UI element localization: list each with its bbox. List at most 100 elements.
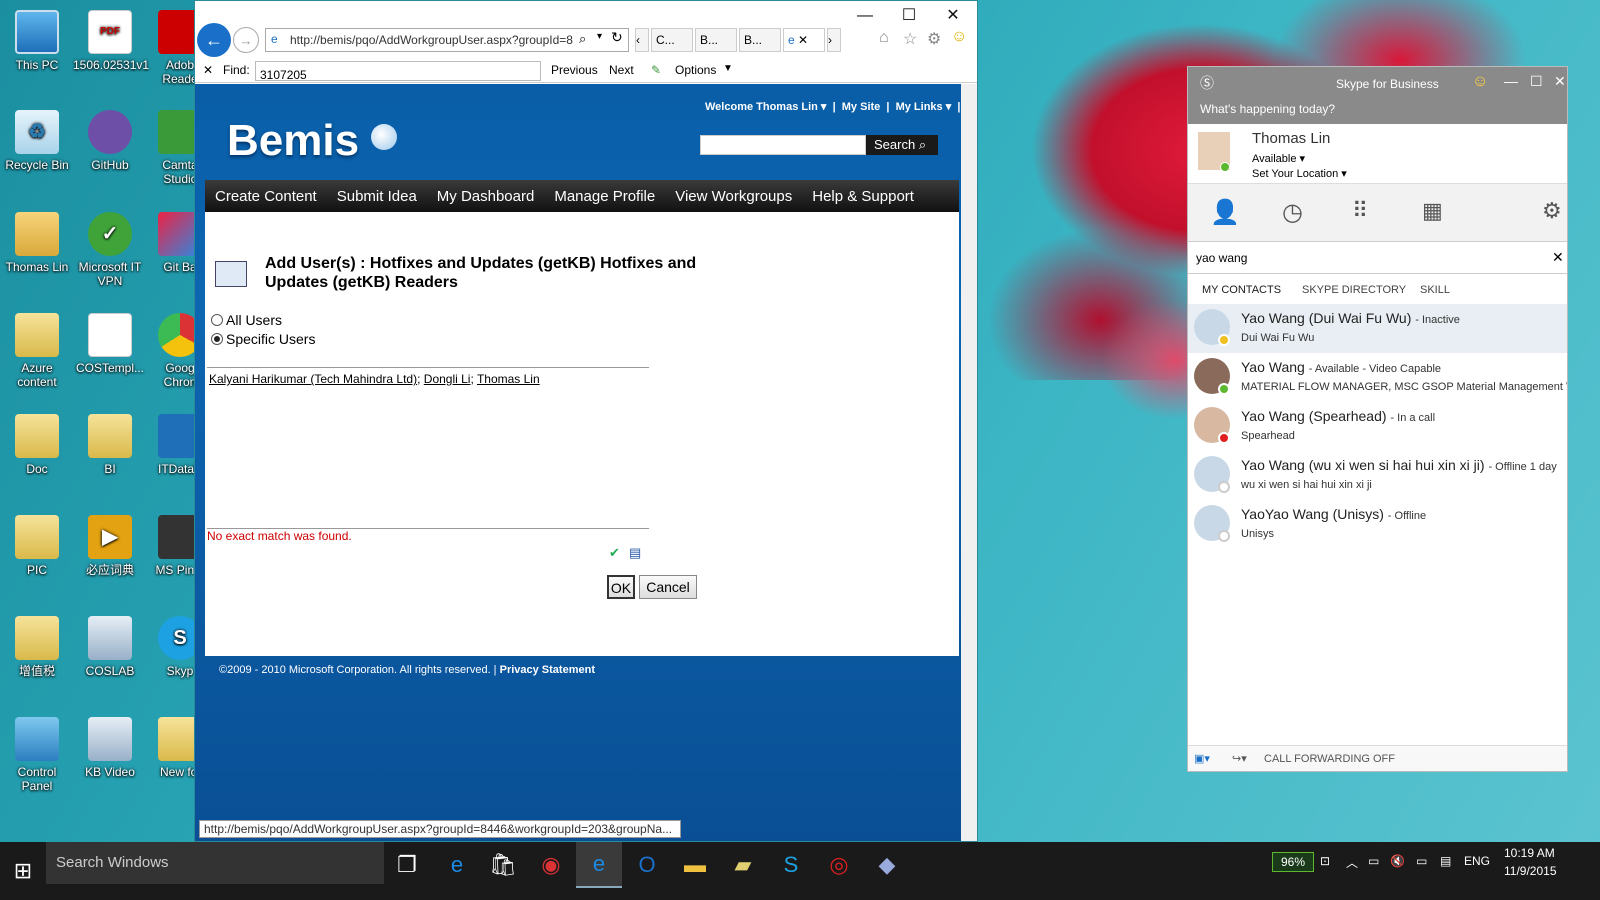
privacy-link[interactable]: Privacy Statement xyxy=(500,664,595,676)
my-links-menu[interactable]: My Links xyxy=(896,101,943,113)
desktop-icon-this-pc[interactable]: This PC xyxy=(0,10,74,72)
location-dropdown[interactable]: Set Your Location ▾ xyxy=(1252,167,1347,180)
outlook-icon[interactable]: O xyxy=(624,842,670,888)
desktop-icon-coslab[interactable]: COSLAB xyxy=(73,616,147,678)
tab-my-contacts[interactable]: MY CONTACTS xyxy=(1202,284,1281,296)
dialpad-icon[interactable]: ⠿ xyxy=(1352,198,1368,224)
find-options-button[interactable]: Options xyxy=(675,63,716,77)
desktop-icon-doc[interactable]: Doc xyxy=(0,414,74,476)
gear-icon[interactable]: ⚙ xyxy=(927,29,941,49)
power-icon[interactable]: ▭ xyxy=(1368,854,1379,868)
clock-date[interactable]: 11/9/2015 xyxy=(1504,864,1557,878)
menu-manage-profile[interactable]: Manage Profile xyxy=(544,188,665,205)
cancel-button[interactable]: Cancel xyxy=(639,575,697,599)
tab-2[interactable]: B... xyxy=(695,28,737,52)
radio-all-users[interactable]: All Users xyxy=(211,312,282,328)
action-center-icon[interactable]: ▤ xyxy=(1440,854,1451,868)
minimize-button[interactable]: — xyxy=(1504,73,1518,89)
resolved-user[interactable]: Thomas Lin xyxy=(477,372,540,386)
close-button[interactable]: ✕ xyxy=(931,5,975,27)
tab-1[interactable]: C... xyxy=(651,28,693,52)
desktop-icon-costemplate[interactable]: COSTempl... xyxy=(73,313,147,375)
contacts-icon[interactable]: 👤 xyxy=(1210,198,1240,227)
store-icon[interactable]: 🛍 xyxy=(480,842,526,888)
highlight-icon[interactable]: ✎ xyxy=(651,63,661,77)
volume-icon[interactable]: 🔇 xyxy=(1390,854,1405,868)
my-site-link[interactable]: My Site xyxy=(842,101,881,113)
meetings-icon[interactable]: ▦ xyxy=(1422,198,1443,224)
clock-icon[interactable]: ◷ xyxy=(1282,198,1303,227)
desktop-icon-azure-content[interactable]: Azure content xyxy=(0,313,74,389)
tab-active[interactable]: e ✕ xyxy=(783,28,825,52)
clock-time[interactable]: 10:19 AM xyxy=(1504,846,1555,860)
call-forwarding-icon[interactable]: ↪▾ xyxy=(1232,752,1247,765)
desktop-icon-control-panel[interactable]: Control Panel xyxy=(0,717,74,793)
edge-icon[interactable]: e xyxy=(434,842,480,888)
tab-3[interactable]: B... xyxy=(739,28,781,52)
refresh-icon[interactable]: ↻ xyxy=(611,29,623,46)
emoticon-icon[interactable]: ☺ xyxy=(1472,73,1488,91)
resolved-user[interactable]: Dongli Li xyxy=(424,372,471,386)
desktop-icon-thomas-lin[interactable]: Thomas Lin xyxy=(0,212,74,274)
forward-button[interactable]: → xyxy=(233,27,259,53)
smiley-icon[interactable]: ☺ xyxy=(951,28,967,46)
search-icon[interactable]: ⌕ xyxy=(579,31,586,47)
tab-scroll-left[interactable]: ‹ xyxy=(635,28,649,52)
app-icon[interactable]: ◎ xyxy=(816,842,862,888)
maximize-button[interactable]: ☐ xyxy=(1530,73,1543,90)
skype-icon[interactable]: S xyxy=(768,842,814,888)
welcome-menu[interactable]: Welcome Thomas Lin xyxy=(705,101,818,113)
desktop-icon-pic[interactable]: PIC xyxy=(0,515,74,577)
desktop-icon-kb-video[interactable]: KB Video xyxy=(73,717,147,779)
call-forwarding-status[interactable]: CALL FORWARDING OFF xyxy=(1264,753,1395,765)
star-icon[interactable]: ☆ xyxy=(903,29,917,49)
tab-skype-directory[interactable]: SKYPE DIRECTORY xyxy=(1302,284,1406,296)
folder-icon[interactable]: ▰ xyxy=(720,842,766,888)
clear-search-icon[interactable]: ✕ xyxy=(1552,249,1564,266)
desktop-icon-github[interactable]: GitHub xyxy=(73,110,147,172)
ie-taskbar-icon[interactable]: e xyxy=(576,842,622,888)
check-names-icon[interactable]: ✔ xyxy=(609,545,620,561)
minimize-button[interactable]: — xyxy=(843,5,887,27)
bemis-logo[interactable]: Bemis xyxy=(227,116,359,166)
contact-row[interactable]: Yao Wang (Dui Wai Fu Wu) - Inactive Dui … xyxy=(1188,304,1567,353)
menu-help-support[interactable]: Help & Support xyxy=(802,188,924,205)
desktop-icon-vpn[interactable]: ✓ Microsoft IT VPN xyxy=(73,212,147,288)
address-book-icon[interactable]: ▤ xyxy=(629,545,641,561)
start-button[interactable]: ⊞ xyxy=(0,848,46,894)
tray-icon[interactable]: ⊡ xyxy=(1320,854,1330,868)
find-next-button[interactable]: Next xyxy=(609,63,634,77)
language-indicator[interactable]: ENG xyxy=(1464,854,1490,868)
site-search-input[interactable] xyxy=(700,135,866,155)
battery-indicator[interactable]: 96% xyxy=(1272,852,1314,872)
resolved-user[interactable]: Kalyani Harikumar (Tech Mahindra Ltd) xyxy=(209,372,417,386)
site-search-button[interactable]: Search ⌕ xyxy=(866,135,938,155)
task-view-button[interactable]: ❐ xyxy=(384,842,430,888)
app-icon[interactable]: ◆ xyxy=(864,842,910,888)
desktop-icon-recycle-bin[interactable]: ♻ Recycle Bin xyxy=(0,110,74,172)
gear-icon[interactable]: ⚙ xyxy=(1542,198,1562,224)
ok-button[interactable]: OK xyxy=(607,575,635,599)
maximize-button[interactable]: ☐ xyxy=(887,5,931,27)
chrome-icon[interactable]: ◉ xyxy=(528,842,574,888)
desktop-icon-tax[interactable]: 增值税 xyxy=(0,616,74,678)
contact-row[interactable]: YaoYao Wang (Unisys) - Offline Unisys xyxy=(1188,500,1567,549)
tab-skill[interactable]: SKILL xyxy=(1420,284,1450,296)
close-find-icon[interactable]: ✕ xyxy=(203,63,213,77)
radio-specific-users[interactable]: Specific Users xyxy=(211,331,315,347)
address-bar[interactable]: http://bemis/pqo/AddWorkgroupUser.aspx?g… xyxy=(265,28,629,52)
close-icon[interactable]: ✕ xyxy=(798,33,808,47)
desktop-icon-pdf[interactable]: PDF 1506.02531v1 xyxy=(73,10,149,72)
find-previous-button[interactable]: Previous xyxy=(551,63,598,77)
contact-row[interactable]: Yao Wang (wu xi wen si hai hui xin xi ji… xyxy=(1188,451,1567,500)
video-device-icon[interactable]: ▣▾ xyxy=(1194,752,1210,765)
find-input[interactable]: 3107205 xyxy=(255,61,541,82)
tab-scroll-right[interactable]: › xyxy=(827,28,841,52)
menu-view-workgroups[interactable]: View Workgroups xyxy=(665,188,802,205)
back-button[interactable]: ← xyxy=(197,23,231,57)
contact-row[interactable]: Yao Wang - Available - Video Capable MAT… xyxy=(1188,353,1567,402)
desktop-icon-bing-dict[interactable]: ▶ 必应词典 xyxy=(73,515,147,577)
menu-create-content[interactable]: Create Content xyxy=(205,188,327,205)
chevron-up-icon[interactable]: ︿ xyxy=(1346,854,1358,871)
contact-search-input[interactable]: yao wang ✕ xyxy=(1188,242,1567,274)
